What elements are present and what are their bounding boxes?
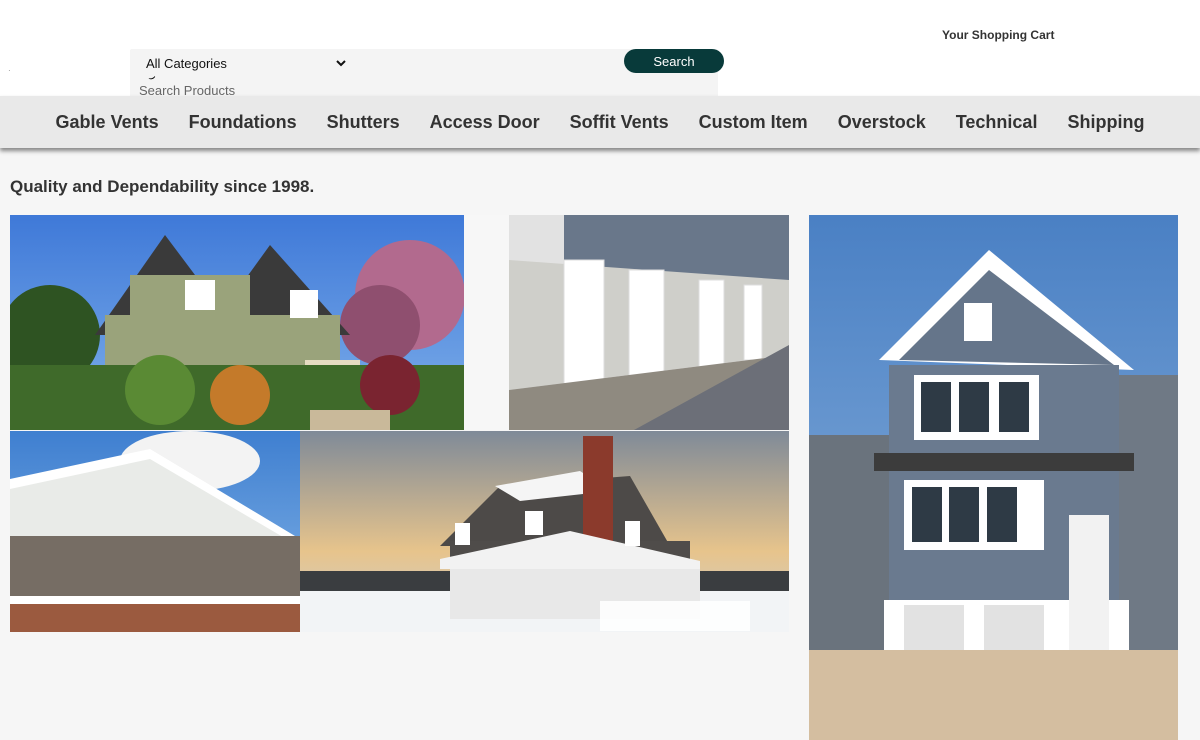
nav-item-gable-vents[interactable]: Gable Vents: [41, 112, 174, 133]
nav-item-access-door[interactable]: Access Door: [415, 112, 555, 133]
photo-foundation-vents: [464, 215, 789, 430]
photo-beach-house: [809, 215, 1178, 740]
shopping-cart-link[interactable]: Your Shopping Cart: [942, 28, 1054, 42]
nav-item-foundations[interactable]: Foundations: [174, 112, 312, 133]
nav-item-soffit-vents[interactable]: Soffit Vents: [555, 112, 684, 133]
logo-placeholder: ·: [8, 66, 11, 75]
nav-item-shutters[interactable]: Shutters: [312, 112, 415, 133]
photo-gable-roof: [10, 431, 300, 632]
nav-item-overstock[interactable]: Overstock: [823, 112, 941, 133]
nav-item-technical[interactable]: Technical: [941, 112, 1053, 133]
category-select[interactable]: All Categories: [139, 52, 349, 74]
nav-item-custom-item[interactable]: Custom Item: [684, 112, 823, 133]
search-button[interactable]: Search: [624, 49, 724, 73]
nav-item-shipping[interactable]: Shipping: [1052, 112, 1159, 133]
main-nav: Gable Vents Foundations Shutters Access …: [0, 96, 1200, 148]
photo-winter-farmhouse: [300, 431, 789, 632]
page-tagline: Quality and Dependability since 1998.: [10, 177, 315, 196]
photo-craftsman-house: [10, 215, 464, 430]
